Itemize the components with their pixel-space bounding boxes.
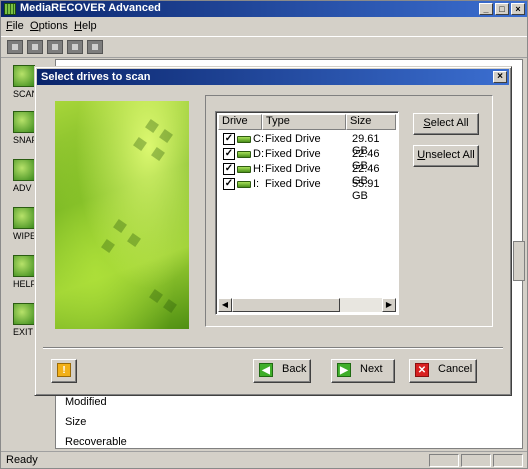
menu-bar: File Options Help [1, 18, 527, 34]
status-pane [429, 454, 459, 467]
drive-letter: I: [253, 178, 260, 190]
adv-scan-icon [13, 159, 35, 181]
maximize-button[interactable]: □ [495, 3, 509, 15]
drive-row-d[interactable]: ✓ D: Fixed Drive 22.46 GB [218, 147, 396, 172]
snapshot-icon [13, 111, 35, 133]
status-bar: Ready [1, 451, 527, 468]
column-drive[interactable]: Drive [218, 114, 262, 130]
cancel-button[interactable]: ✕ Cancel [409, 359, 477, 383]
unselect-all-button[interactable]: Unselect All [413, 145, 479, 167]
next-button[interactable]: ▶ Next [331, 359, 395, 383]
detail-modified: Modified [65, 396, 107, 408]
scroll-thumb[interactable] [232, 298, 340, 312]
drive-checkbox[interactable]: ✓ [223, 133, 235, 145]
menu-help[interactable]: Help [74, 20, 97, 32]
toolbar-adv-scan-icon[interactable] [47, 40, 63, 54]
back-arrow-icon: ◀ [259, 363, 273, 377]
toolbar-snapshot-icon[interactable] [27, 40, 43, 54]
drive-list[interactable]: Drive Type Size ✓ C: Fixed Drive 29.61 G… [215, 111, 399, 315]
hard-drive-icon [237, 136, 251, 143]
drive-size: 55.91 GB [352, 178, 380, 202]
next-label: Next [360, 363, 383, 375]
drive-type: Fixed Drive [265, 133, 321, 145]
drive-letter: D: [253, 148, 264, 160]
dialog-titlebar: Select drives to scan × [37, 69, 509, 85]
drive-type: Fixed Drive [265, 178, 321, 190]
scan-icon [13, 65, 35, 87]
drive-row-c[interactable]: ✓ C: Fixed Drive 29.61 GB [218, 132, 396, 157]
dialog-close-button[interactable]: × [493, 71, 507, 83]
detail-recoverable: Recoverable [65, 436, 127, 448]
app-title: MediaRECOVER Advanced [20, 2, 161, 14]
menu-options[interactable]: Options [30, 20, 68, 32]
drive-list-hscrollbar[interactable]: ◀ ▶ [218, 298, 396, 312]
help-button[interactable]: ! [51, 359, 77, 383]
drive-row-i[interactable]: ✓ I: Fixed Drive 55.91 GB [218, 177, 396, 202]
status-text: Ready [6, 454, 38, 466]
main-scrollbar[interactable] [513, 241, 525, 281]
hard-drive-icon [237, 181, 251, 188]
status-pane [461, 454, 491, 467]
toolbar [1, 36, 527, 58]
drive-letter: C: [253, 133, 264, 145]
drive-checkbox[interactable]: ✓ [223, 178, 235, 190]
drive-row-h[interactable]: ✓ H: Fixed Drive 22.46 GB [218, 162, 396, 187]
detail-list: Modified Size Recoverable [57, 393, 357, 453]
drive-checkbox[interactable]: ✓ [223, 163, 235, 175]
wizard-side-image [55, 101, 189, 329]
select-all-button[interactable]: Select All [413, 113, 479, 135]
back-button[interactable]: ◀ Back [253, 359, 311, 383]
help-icon [13, 255, 35, 277]
hard-drive-icon [237, 166, 251, 173]
drive-letter: H: [253, 163, 264, 175]
exit-icon [13, 303, 35, 325]
dialog-title: Select drives to scan [41, 71, 151, 83]
back-label: Back [282, 363, 307, 375]
column-type[interactable]: Type [262, 114, 346, 130]
cancel-label: Cancel [438, 363, 473, 375]
next-arrow-icon: ▶ [337, 363, 351, 377]
wipe-icon [13, 207, 35, 229]
dialog-separator [43, 347, 503, 349]
drive-list-header: Drive Type Size [218, 114, 396, 130]
app-icon [4, 3, 16, 15]
help-icon: ! [57, 363, 71, 377]
scroll-right-icon[interactable]: ▶ [382, 298, 396, 312]
status-pane [493, 454, 523, 467]
drive-type: Fixed Drive [265, 148, 321, 160]
toolbar-help-icon[interactable] [87, 40, 103, 54]
menu-file[interactable]: File [6, 20, 24, 32]
detail-size: Size [65, 416, 87, 428]
drive-checkbox[interactable]: ✓ [223, 148, 235, 160]
toolbar-scan-icon[interactable] [7, 40, 23, 54]
column-size[interactable]: Size [346, 114, 396, 130]
hard-drive-icon [237, 151, 251, 158]
toolbar-wipe-icon[interactable] [67, 40, 83, 54]
drive-type: Fixed Drive [265, 163, 321, 175]
cancel-x-icon: ✕ [415, 363, 429, 377]
minimize-button[interactable]: _ [479, 3, 493, 15]
app-titlebar: MediaRECOVER Advanced _ □ × [1, 1, 527, 17]
scroll-left-icon[interactable]: ◀ [218, 298, 232, 312]
close-button[interactable]: × [511, 3, 525, 15]
select-drives-dialog: Select drives to scan × Drive Type Size … [34, 66, 512, 396]
